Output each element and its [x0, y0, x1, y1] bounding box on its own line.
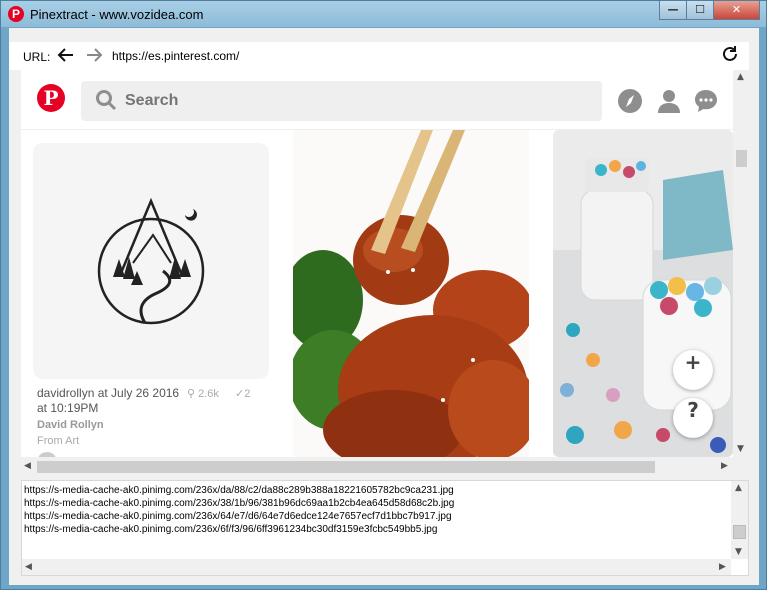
output-horizontal-scrollbar[interactable]: ◀ ▶ — [22, 559, 731, 575]
profile-icon[interactable] — [656, 88, 682, 114]
minimize-button[interactable]: — — [659, 1, 687, 20]
scroll-right-arrow-icon[interactable]: ▶ — [719, 562, 726, 572]
pin-repins: 2.6k — [198, 388, 219, 400]
scroll-up-arrow-icon[interactable]: ▲ — [737, 72, 744, 82]
forward-arrow-icon[interactable] — [84, 45, 104, 70]
check-icon: ✓ — [235, 388, 245, 400]
pin-time: at 10:19PM — [37, 401, 99, 415]
pin-column-1: davidrollyn at July 26 2016 ⚲ 2.6k ✓2 at… — [21, 130, 293, 457]
url-bar: URL: — [9, 42, 749, 70]
search-box[interactable] — [81, 81, 602, 121]
browser-horizontal-scrollbar[interactable]: ◀ ▶ — [21, 458, 733, 475]
scroll-left-arrow-icon[interactable]: ◀ — [25, 562, 32, 572]
scroll-down-arrow-icon[interactable]: ▼ — [735, 547, 742, 557]
close-button[interactable]: ✕ — [713, 1, 760, 20]
scroll-thumb[interactable] — [736, 150, 747, 167]
scroll-down-arrow-icon[interactable]: ▼ — [737, 444, 744, 454]
pin-likes: 2 — [244, 388, 251, 400]
output-line: https://s-media-cache-ak0.pinimg.com/236… — [24, 524, 438, 535]
pin-icon: ⚲ — [187, 388, 196, 400]
url-input[interactable] — [109, 46, 714, 66]
browser-vertical-scrollbar[interactable]: ▲ ▼ — [733, 70, 749, 457]
output-line: https://s-media-cache-ak0.pinimg.com/236… — [24, 485, 454, 496]
messages-icon[interactable] — [693, 88, 719, 114]
window-title: Pinextract - www.vozidea.com — [30, 7, 204, 22]
pin-image-candy-jars[interactable]: + ? — [553, 130, 733, 457]
client-area: URL: P — [9, 28, 759, 585]
output-vertical-scrollbar[interactable]: ▲ ▼ — [731, 481, 748, 559]
scroll-thumb[interactable] — [37, 461, 655, 473]
pinterest-logo[interactable]: P — [37, 84, 65, 112]
add-fab-button[interactable]: + — [673, 350, 713, 390]
scroll-right-arrow-icon[interactable]: ▶ — [721, 461, 728, 471]
pinterest-header: P — [21, 70, 733, 130]
pin-like-count: ✓2 — [235, 387, 250, 400]
avatar[interactable] — [37, 452, 57, 457]
search-input[interactable] — [125, 81, 585, 121]
maximize-button[interactable]: ☐ — [686, 1, 714, 20]
browser-view[interactable]: P Search davidrollyn at July 26 2016 ⚲ 2… — [21, 70, 733, 457]
pin-author[interactable]: David Rollyn — [37, 419, 104, 431]
scroll-left-arrow-icon[interactable]: ◀ — [24, 461, 31, 471]
app-window: P Pinextract - www.vozidea.com — ☐ ✕ URL… — [0, 0, 767, 590]
search-icon — [95, 89, 117, 111]
url-label: URL: — [23, 50, 51, 64]
extracted-urls-output[interactable]: https://s-media-cache-ak0.pinimg.com/236… — [21, 480, 749, 576]
pin-image-food[interactable] — [293, 130, 529, 457]
scroll-up-arrow-icon[interactable]: ▲ — [735, 483, 742, 493]
title-bar[interactable]: P Pinextract - www.vozidea.com — ☐ ✕ — [1, 1, 766, 27]
refresh-icon[interactable] — [720, 44, 740, 69]
output-line: https://s-media-cache-ak0.pinimg.com/236… — [24, 511, 452, 522]
app-pinterest-icon: P — [8, 6, 24, 22]
output-line: https://s-media-cache-ak0.pinimg.com/236… — [24, 498, 455, 509]
pin-user-date: davidrollyn at July 26 2016 — [37, 386, 180, 400]
pin-image-art[interactable] — [33, 143, 269, 379]
back-arrow-icon[interactable] — [56, 45, 76, 70]
help-fab-button[interactable]: ? — [673, 398, 713, 438]
pin-board[interactable]: From Art — [37, 435, 79, 447]
pin-repin-count: ⚲ 2.6k — [187, 387, 219, 400]
scroll-thumb[interactable] — [733, 525, 746, 539]
explore-compass-icon[interactable] — [617, 88, 643, 114]
